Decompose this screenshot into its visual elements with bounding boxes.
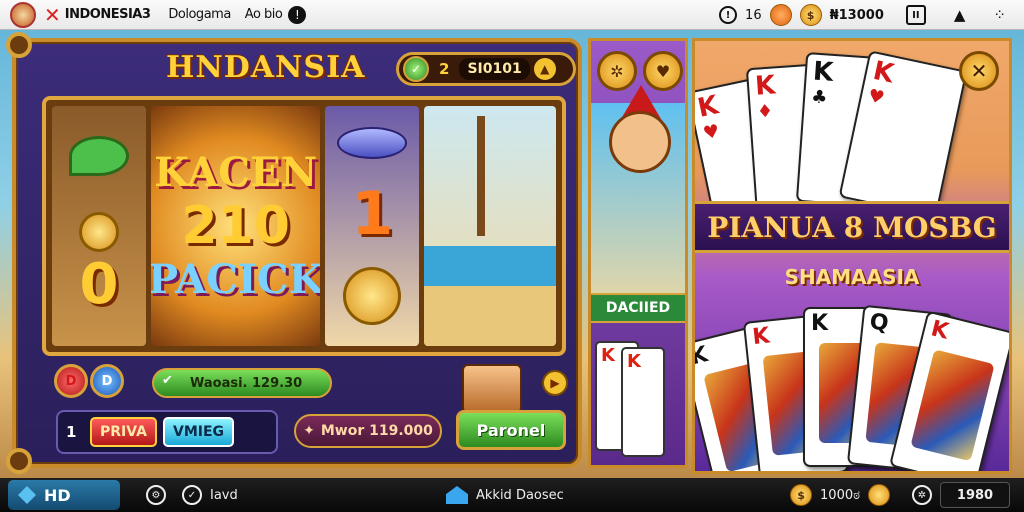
- card-rank: K: [754, 70, 777, 102]
- topbar-label-2[interactable]: Dologama: [168, 7, 231, 22]
- heart-suit-icon: ♥: [866, 85, 887, 110]
- topbar-label-3[interactable]: Ao bio: [245, 7, 283, 22]
- top-status-bar: ✕ INDONESIA3 Dologama Ao bio ! ! 16 $ ₦1…: [0, 0, 1024, 30]
- user-label[interactable]: Iavd: [210, 488, 238, 503]
- pacick-symbol: PACICK: [151, 256, 321, 303]
- max-bet-icon: ✦: [303, 423, 315, 439]
- court-rank: K: [751, 323, 771, 351]
- clock-value: 16: [745, 7, 762, 23]
- coin-stack-icon: $: [790, 484, 813, 506]
- court-rank: Q: [868, 309, 890, 337]
- mini-card-2[interactable]: K: [621, 347, 665, 457]
- info-icon[interactable]: !: [288, 5, 307, 24]
- reel-2: KACEN 210 PACICK: [151, 106, 321, 346]
- bell-icon[interactable]: ▲: [954, 6, 966, 24]
- close-icon[interactable]: ✕: [959, 51, 999, 91]
- gold-coin-icon[interactable]: [868, 484, 890, 506]
- slot-machine-panel: HNDANSIA ✓ 2 SI0101 ▲ 0 KACEN 210 PACICK…: [6, 32, 582, 474]
- gear-icon[interactable]: ✲: [912, 485, 932, 505]
- game-screen: ✕ INDONESIA3 Dologama Ao bio ! ! 16 $ ₦1…: [0, 0, 1024, 512]
- player-avatar[interactable]: [10, 1, 36, 28]
- reels-frame: 0 KACEN 210 PACICK 1: [42, 96, 566, 356]
- bottom-bar: HD ⚙ ✓ Iavd Akkid Daosec $ 1000ಠ ✲ 1980: [0, 478, 1024, 512]
- amount-symbol: 210: [181, 196, 290, 256]
- card-rank: K: [870, 55, 897, 90]
- reel-3: 1: [325, 106, 420, 346]
- corner-ornament-icon: [6, 448, 32, 474]
- bottom-right: $ 1000ಠ ✲ 1980: [790, 478, 1024, 512]
- heart-icon[interactable]: ♥: [643, 51, 683, 91]
- grid-icon[interactable]: II: [905, 5, 926, 25]
- win-label: Waoasi. 129.30: [190, 375, 303, 391]
- chip-blue-button[interactable]: D: [90, 364, 124, 398]
- balance-amount: SI0101: [459, 58, 530, 80]
- play-group: ▶ Paronel: [456, 364, 572, 454]
- court-rank: K: [928, 316, 952, 345]
- center-label[interactable]: Akkid Daosec: [476, 488, 564, 503]
- character-portrait-icon: [462, 364, 522, 414]
- coins-label: 1000ಠ: [820, 487, 860, 503]
- clock-icon: !: [719, 6, 738, 24]
- slot-title: HNDANSIA: [166, 50, 366, 85]
- middle-buttons: ✲ ♥: [597, 51, 683, 91]
- home-icon[interactable]: [446, 486, 468, 504]
- balance-count: 2: [439, 60, 450, 78]
- hero-character-icon: [609, 111, 671, 173]
- corner-ornament-icon: [6, 32, 32, 58]
- win-display: ✔ Waoasi. 129.30: [152, 368, 332, 398]
- app-name: INDONESIA3: [64, 7, 151, 22]
- card-rank: K: [695, 90, 722, 124]
- card-subtitle: SHAMAASIA: [784, 265, 920, 289]
- character-label: DACIIED: [591, 293, 685, 323]
- card-banner-text: PIANUA 8 MOSBG: [707, 210, 997, 244]
- one-symbol: 1: [351, 179, 394, 249]
- play-arrow-icon[interactable]: ▶: [542, 370, 568, 396]
- dollar-coin-icon[interactable]: $: [799, 4, 822, 26]
- reel-1: 0: [52, 106, 147, 346]
- slot-balance-bar: ✓ 2 SI0101 ▲: [396, 52, 576, 86]
- bet-number: 1: [66, 423, 77, 441]
- santa-symbol-icon: [79, 211, 120, 252]
- play-button[interactable]: Paronel: [456, 410, 566, 450]
- bet-cyan-button[interactable]: VMIEG: [162, 417, 235, 447]
- settings-icon[interactable]: ⚙: [146, 485, 166, 505]
- bet-red-button[interactable]: PRIVA: [90, 417, 157, 447]
- topbar-right-group: ! 16 $ ₦13000 II ▲ ⁘: [719, 0, 1024, 30]
- coin-icon-orange[interactable]: [769, 4, 792, 26]
- balance-check-icon[interactable]: ✓: [403, 56, 429, 82]
- leaf-symbol-icon: [69, 135, 130, 176]
- card-rank: K: [811, 56, 835, 88]
- win-check-icon: ✔: [162, 373, 173, 388]
- bottom-center: Akkid Daosec: [446, 478, 564, 512]
- hd-diamond-icon: [18, 486, 36, 504]
- max-bet-button[interactable]: ✦ Mwor 119.000: [294, 414, 442, 448]
- close-x-icon[interactable]: ✕: [44, 3, 61, 27]
- court-rank: K: [692, 342, 711, 371]
- max-bet-label: Mwor 119.000: [320, 423, 433, 439]
- bet-controls: 1 PRIVA VMIEG: [56, 410, 278, 454]
- court-rank: K: [811, 311, 829, 336]
- hd-toggle-button[interactable]: HD: [8, 480, 120, 510]
- hd-label: HD: [44, 485, 71, 505]
- gold-coin-symbol-icon: [343, 267, 402, 325]
- kacen-symbol: KACEN: [154, 149, 318, 196]
- card-game-panel: K ♥ K ♦ K ♣ K ♥ ✕ PIANUA 8 MOSBG SHAMAASIA K…: [692, 38, 1012, 474]
- fish-symbol-icon: [337, 127, 408, 159]
- card-banner: PIANUA 8 MOSBG: [695, 201, 1009, 253]
- settings-wheel-icon[interactable]: ✲: [597, 51, 637, 91]
- topbar-balance: ₦13000: [829, 7, 884, 23]
- palm-tree-icon: [476, 116, 485, 236]
- checkmark-icon[interactable]: ✓: [182, 485, 202, 505]
- king-portrait-icon: [910, 349, 995, 462]
- zero-symbol: 0: [79, 251, 119, 317]
- middle-character-strip: ✲ ♥ DACIIED K K: [588, 38, 688, 468]
- balance-up-icon[interactable]: ▲: [533, 58, 556, 80]
- chip-red-button[interactable]: D: [54, 364, 88, 398]
- score-display: 1980: [940, 482, 1010, 508]
- island-scene: [424, 286, 556, 346]
- menu-icon[interactable]: ⁘: [993, 6, 1006, 24]
- reel-4: [424, 106, 556, 346]
